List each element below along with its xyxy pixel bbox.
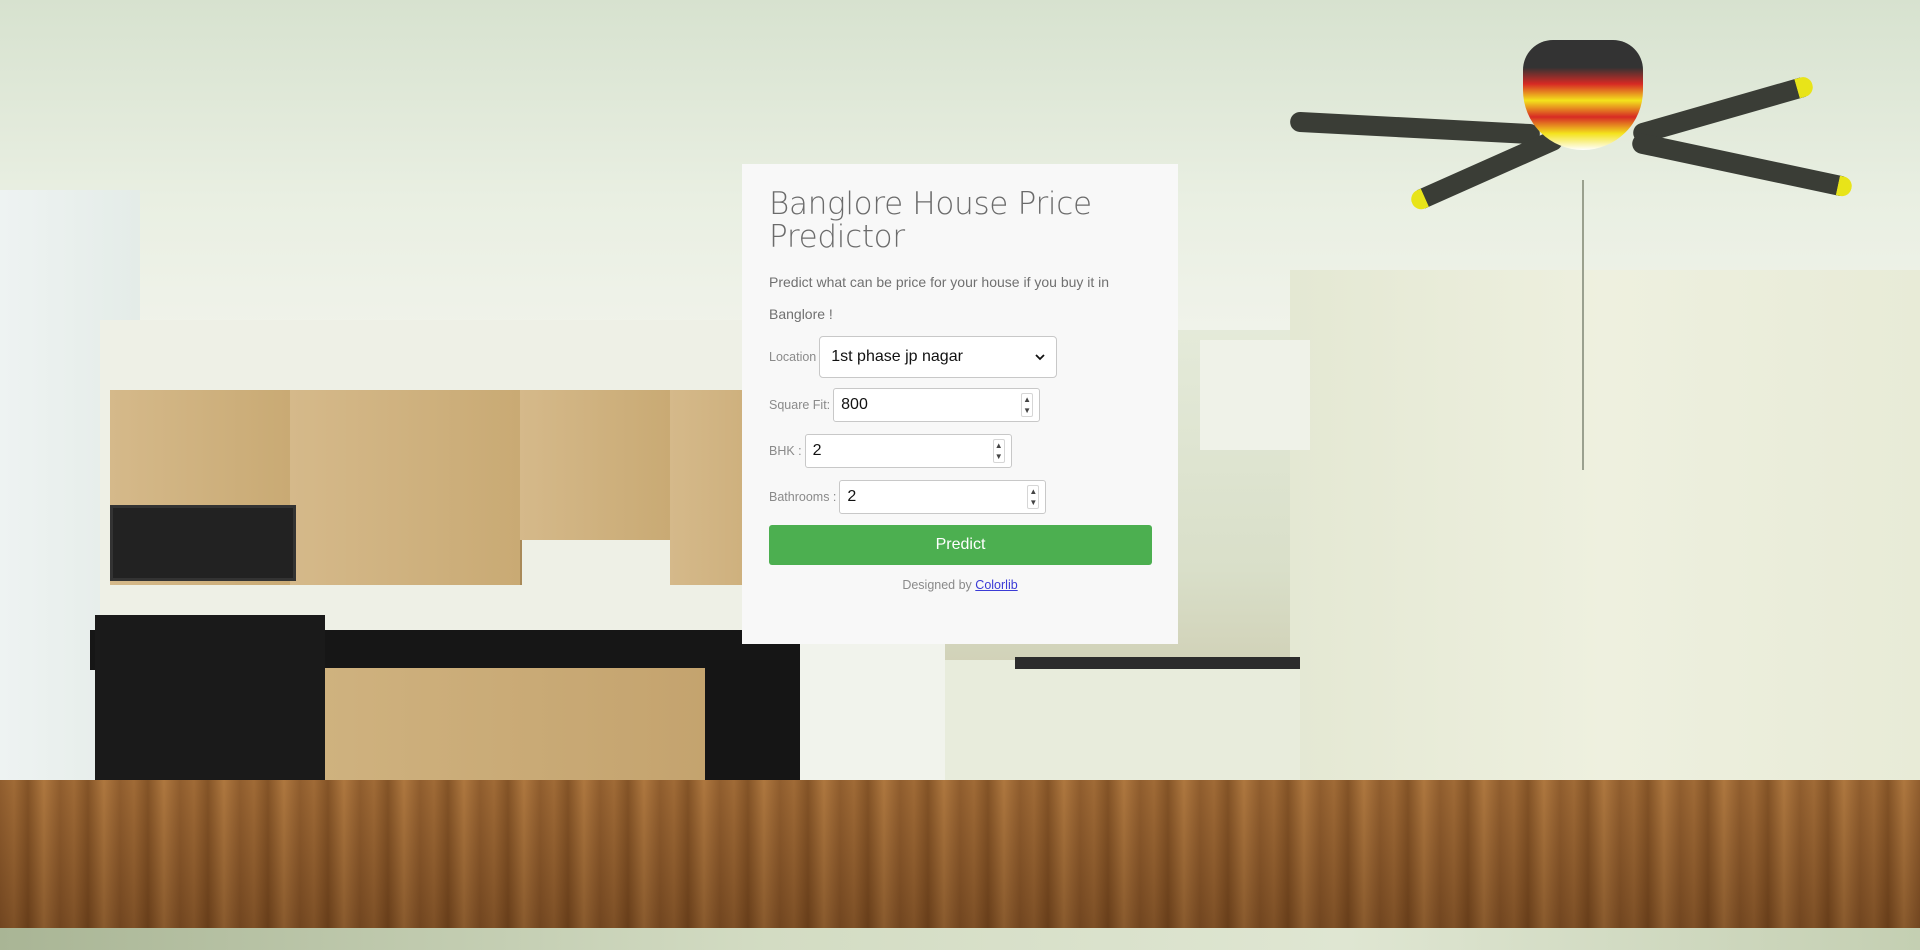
footer-credit: Designed by Colorlib <box>769 578 1151 592</box>
bhk-stepper[interactable]: ▲ ▼ <box>992 439 1005 463</box>
page-subtitle: Predict what can be price for your house… <box>769 274 1110 322</box>
bhk-label: BHK : <box>769 444 802 458</box>
dishwasher <box>705 660 800 780</box>
bathrooms-input[interactable]: 2 ▲ ▼ <box>839 480 1047 514</box>
page-title: Banglore House Price Predictor <box>769 186 1092 255</box>
bhk-row: BHK : 2 ▲ ▼ <box>769 434 1151 468</box>
bottom-strip <box>0 928 1920 950</box>
location-select[interactable]: 1st phase jp nagar <box>819 336 1058 378</box>
bathrooms-label: Bathrooms : <box>769 490 837 504</box>
square-fit-row: Square Fit: 800 ▲ ▼ <box>769 388 1151 422</box>
wall-partition <box>1200 340 1310 450</box>
bhk-input[interactable]: 2 ▲ ▼ <box>804 434 1012 468</box>
stepper-down-icon[interactable]: ▼ <box>994 451 1004 462</box>
fan-pull-cord <box>1582 180 1584 470</box>
location-label: Location <box>769 350 817 364</box>
square-fit-value: 800 <box>841 396 868 413</box>
bathrooms-row: Bathrooms : 2 ▲ ▼ <box>769 480 1151 514</box>
location-row: Location 1st phase jp nagar <box>769 336 1151 378</box>
stepper-up-icon[interactable]: ▲ <box>1028 486 1038 497</box>
floor-shade <box>0 780 1920 930</box>
bathrooms-value: 2 <box>847 488 857 505</box>
microwave <box>110 505 296 581</box>
square-fit-stepper[interactable]: ▲ ▼ <box>1021 393 1034 417</box>
stepper-up-icon[interactable]: ▲ <box>994 440 1004 451</box>
square-fit-label: Square Fit: <box>769 398 831 412</box>
square-fit-input[interactable]: 800 ▲ ▼ <box>833 388 1041 422</box>
chevron-down-icon <box>1035 354 1045 361</box>
right-wall <box>1290 270 1920 830</box>
stepper-up-icon[interactable]: ▲ <box>1022 394 1032 405</box>
predictor-card: Banglore House Price Predictor Predict w… <box>742 164 1178 644</box>
pass-through-counter <box>1015 657 1300 669</box>
upper-cabinet <box>520 390 672 540</box>
predict-button[interactable]: Predict <box>769 525 1152 565</box>
stepper-down-icon[interactable]: ▼ <box>1022 405 1032 416</box>
bathrooms-stepper[interactable]: ▲ ▼ <box>1027 485 1040 509</box>
footer-prefix: Designed by <box>902 578 972 592</box>
colorlib-link[interactable]: Colorlib <box>975 578 1017 592</box>
stepper-down-icon[interactable]: ▼ <box>1028 497 1038 508</box>
bhk-value: 2 <box>812 442 822 459</box>
upper-cabinet <box>290 390 522 585</box>
location-selected-value: 1st phase jp nagar <box>831 348 963 365</box>
predictor-form: Location 1st phase jp nagar Square Fit: … <box>769 336 1152 565</box>
